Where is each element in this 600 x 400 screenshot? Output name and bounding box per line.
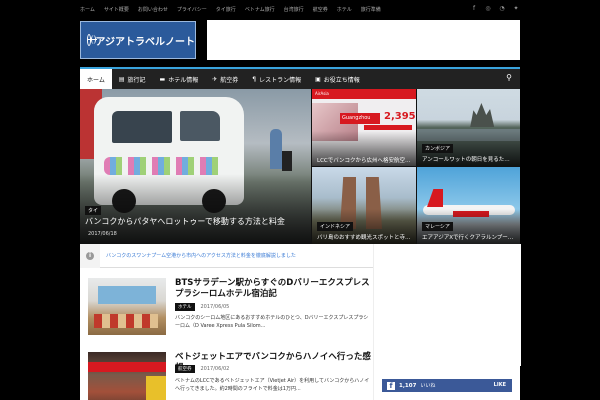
post-date: 2017/06/18 [88, 231, 117, 237]
category-badge[interactable]: タイ [85, 206, 102, 215]
top-link[interactable]: タイ旅行 [216, 4, 236, 16]
featured-title[interactable]: バンコクからパタヤへロットゥーで移動する方法と料金 [85, 216, 305, 227]
nav-item-label: ホーム [87, 76, 105, 84]
nav-item-label: お役立ち情報 [323, 76, 360, 84]
nav-item-label: ホテル情報 [168, 76, 199, 84]
featured-title[interactable]: エアアジアXで行くクアラルンプール旅行記XT... [422, 233, 514, 241]
sidebar-ad [374, 244, 521, 366]
main-nav: ホーム ▤ 旅行記 ▬ ホテル情報 ✈ 航空券 ¶ レストラン情報 ▣ お役立ち… [80, 67, 520, 89]
facebook-icon[interactable]: f [470, 5, 478, 12]
nav-item-label: 旅行記 [127, 76, 146, 84]
featured-title[interactable]: LCCでバンコクから広州へ格安航空券を購入する方法202... [317, 156, 413, 164]
ticker-link[interactable]: バンコクのスワンナプーム空港から市内へのアクセス方法と料金を徹底解説しました [100, 252, 296, 259]
facebook-icon: f [387, 381, 395, 390]
top-link[interactable]: ホーム [80, 4, 95, 16]
featured-image [470, 103, 495, 127]
category-badge[interactable]: 航空券 [175, 365, 195, 373]
nav-item-hotels[interactable]: ▬ ホテル情報 [153, 69, 206, 89]
featured-grid: タイ バンコクからパタヤへロットゥーで移動する方法と料金 2017/06/18 … [80, 89, 520, 244]
cutlery-icon: ¶ [252, 75, 257, 83]
facebook-label: いいね [420, 383, 436, 389]
facebook-like-box[interactable]: f 1,107 いいね LIKE [382, 379, 512, 392]
nav-item-home[interactable]: ホーム [80, 69, 112, 89]
like-button[interactable]: LIKE [494, 382, 506, 388]
top-link[interactable]: サイト概要 [104, 4, 129, 16]
ad-city-text: Guangzhou [340, 113, 380, 124]
document-icon: ▤ [118, 75, 125, 83]
top-bar: ホーム サイト概要 お問い合わせ プライバシー タイ旅行 ベトナム旅行 台湾旅行… [80, 4, 520, 16]
category-badge[interactable]: インドネシア [317, 222, 354, 231]
site-logo-text: アジアトラベルノート [95, 36, 195, 48]
featured-title[interactable]: バリ島のおすすめ観光スポットと寺院めぐり [317, 233, 413, 241]
category-badge[interactable]: ホテル [175, 303, 195, 311]
bed-icon: ▬ [159, 75, 166, 83]
globe-icon [87, 34, 98, 46]
category-badge[interactable]: マレーシア [422, 222, 453, 231]
featured-post[interactable]: カンボジア アンコールワットの朝日を見るための方法とツアー [417, 89, 520, 166]
nav-item-restaurants[interactable]: ¶ レストラン情報 [245, 69, 308, 89]
info-icon: i [86, 251, 94, 260]
nav-item-label: 航空券 [220, 76, 239, 84]
featured-post[interactable]: AirAsia Guangzhou 2,395 LCCでバンコクから広州へ格安航… [312, 89, 416, 166]
top-link[interactable]: 航空券 [313, 4, 328, 16]
post-item: ベトジェットエアでバンコクからハノイへ行った感想 航空券 2017/06/02 … [88, 352, 371, 400]
category-badge[interactable]: カンボジア [422, 144, 454, 153]
post-meta: 航空券 2017/06/02 [175, 365, 229, 373]
post-date: 2017/06/02 [200, 366, 230, 372]
featured-main-post[interactable]: タイ バンコクからパタヤへロットゥーで移動する方法と料金 2017/06/18 [80, 89, 311, 244]
featured-title[interactable]: アンコールワットの朝日を見るための方法とツアー [422, 155, 514, 163]
top-link[interactable]: 台湾旅行 [284, 4, 304, 16]
top-links: ホーム サイト概要 お問い合わせ プライバシー タイ旅行 ベトナム旅行 台湾旅行… [80, 4, 381, 16]
post-thumbnail[interactable] [88, 278, 166, 335]
news-ticker: i バンコクのスワンナプーム空港から市内へのアクセス方法と料金を徹底解説しました [80, 243, 373, 268]
post-item: BTSサラデーン駅からすぐのDバリーエクスプレスプラシーロムホテル宿泊記 ホテル… [88, 278, 371, 338]
sidebar: f 1,107 いいね LIKE [373, 244, 521, 400]
main-content: i バンコクのスワンナプーム空港から市内へのアクセス方法と料金を徹底解説しました… [80, 243, 373, 400]
post-meta: ホテル 2017/06/05 [175, 303, 229, 311]
top-link[interactable]: 旅行準備 [361, 4, 381, 16]
search-icon[interactable]: ⚲ [506, 73, 512, 82]
ad-price-text: 2,395 [384, 111, 416, 122]
post-thumbnail[interactable] [88, 352, 166, 400]
facebook-count: 1,107 [399, 382, 417, 389]
featured-post[interactable]: インドネシア バリ島のおすすめ観光スポットと寺院めぐり [312, 167, 416, 244]
post-date: 2017/06/05 [200, 304, 230, 310]
rss-icon[interactable]: ◔ [498, 5, 506, 12]
post-excerpt: ベトナムのLCCであるベトジェットエア（Vietjet Air）を利用してバンコ… [175, 378, 370, 392]
top-link[interactable]: お問い合わせ [138, 4, 168, 16]
nav-item-travelogue[interactable]: ▤ 旅行記 [112, 69, 153, 89]
instagram-icon[interactable]: ◎ [484, 5, 492, 12]
nav-item-flights[interactable]: ✈ 航空券 [205, 69, 245, 89]
top-link[interactable]: ホテル [337, 4, 352, 16]
ad-header-text: AirAsia [315, 91, 329, 96]
header-ad-banner [207, 20, 520, 60]
post-title[interactable]: BTSサラデーン駅からすぐのDバリーエクスプレスプラシーロムホテル宿泊記 [175, 278, 371, 300]
featured-post[interactable]: マレーシア エアアジアXで行くクアラルンプール旅行記XT... [417, 167, 520, 244]
plane-icon: ✈ [212, 75, 218, 83]
site-logo[interactable]: アジアトラベルノート [80, 21, 196, 59]
post-excerpt: バンコクのシーロム地区にあるおすすめホテルのひとつ、Dバリーエクスプレスプラシー… [175, 315, 369, 329]
nav-item-label: レストラン情報 [259, 76, 302, 84]
top-link[interactable]: ベトナム旅行 [245, 4, 275, 16]
nav-item-tips[interactable]: ▣ お役立ち情報 [308, 69, 367, 89]
briefcase-icon: ▣ [315, 75, 321, 83]
social-links: f ◎ ◔ ✦ [470, 5, 520, 12]
top-link[interactable]: プライバシー [177, 4, 207, 16]
twitter-icon[interactable]: ✦ [512, 5, 520, 12]
